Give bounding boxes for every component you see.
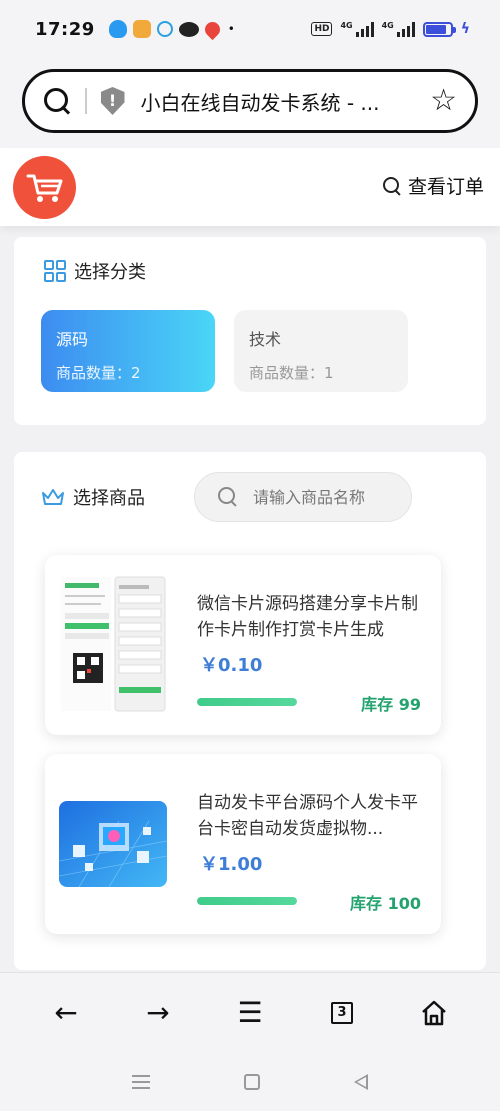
notification-icons: • [108, 18, 235, 40]
category-name: 源码 [56, 330, 89, 349]
wechat-icon [178, 21, 199, 37]
recent-apps-icon[interactable] [132, 1074, 150, 1089]
status-right: HD 4G 4G ϟ [311, 21, 470, 37]
search-order-icon [382, 176, 402, 196]
status-bar: 17:29 • HD 4G 4G ϟ [0, 0, 500, 58]
signal-label-1: 4G [340, 21, 353, 30]
arrow-left-icon: ← [54, 996, 78, 1029]
product-price: ￥0.10 [200, 655, 263, 676]
signal-label-2: 4G [381, 21, 394, 30]
menu-button[interactable]: ☰ [225, 988, 275, 1038]
home-icon [422, 1000, 446, 1025]
crown-icon [42, 489, 64, 505]
tabs-button[interactable]: 3 [317, 988, 367, 1038]
shopping-cart-icon[interactable] [13, 156, 76, 219]
chat-bubble-icon [156, 21, 173, 37]
battery-level [425, 24, 447, 34]
category-section-header: 选择分类 [44, 258, 146, 284]
product-stock: 库存 99 [361, 695, 421, 714]
page-title[interactable]: 小白在线自动发卡系统 - ... [141, 87, 431, 116]
home-button[interactable] [409, 988, 459, 1038]
goods-section-header: 选择商品 [41, 484, 145, 510]
status-dot: • [227, 22, 235, 36]
goods-section: 选择商品 请输入商品名称 微信卡片源码搭建分享卡片制作卡片制作打赏卡片生成 ￥0… [14, 452, 486, 970]
product-card[interactable]: 自动发卡平台源码个人发卡平台卡密自动发货虚拟物... ￥1.00 库存 100 [45, 754, 441, 934]
status-time: 17:29 [35, 18, 95, 40]
signal-icon-2: 4G [382, 21, 415, 37]
address-bar[interactable]: ! 小白在线自动发卡系统 - ... ☆ [22, 69, 478, 133]
hd-badge: HD [311, 22, 333, 36]
arrow-right-icon: → [146, 996, 170, 1029]
product-search[interactable] [194, 472, 412, 522]
shield-icon[interactable]: ! [100, 87, 125, 115]
map-pin-icon [201, 18, 223, 40]
search-icon [217, 486, 239, 508]
back-triangle-icon[interactable] [354, 1073, 368, 1090]
address-divider [85, 88, 87, 114]
product-name: 微信卡片源码搭建分享卡片制作卡片制作打赏卡片生成 [197, 594, 418, 640]
category-tile-tech[interactable]: 技术 商品数量：1 [234, 310, 408, 392]
product-card[interactable]: 微信卡片源码搭建分享卡片制作卡片制作打赏卡片生成 ￥0.10 库存 99 [45, 555, 441, 735]
star-icon[interactable]: ☆ [430, 86, 457, 116]
stock-progress-fill [197, 698, 297, 706]
product-stock: 库存 100 [350, 894, 421, 913]
hamburger-icon: ☰ [237, 996, 263, 1029]
tabs-count: 3 [331, 1001, 353, 1024]
view-orders-label: 查看订单 [407, 176, 484, 198]
charging-icon: ϟ [460, 21, 470, 37]
category-grid-icon [44, 260, 66, 282]
stock-progress-bar [197, 897, 297, 905]
forward-button[interactable]: → [133, 988, 183, 1038]
browser-address-area: ! 小白在线自动发卡系统 - ... ☆ [0, 58, 500, 148]
home-square-icon[interactable] [244, 1073, 260, 1090]
product-price: ￥1.00 [200, 854, 263, 875]
product-search-input[interactable] [253, 487, 403, 507]
stock-progress-fill [197, 897, 297, 905]
site-header: 查看订单 [0, 148, 500, 226]
view-orders-link[interactable]: 查看订单 [382, 172, 484, 199]
browser-toolbar: ← → ☰ 3 [0, 972, 500, 1052]
video-icon [132, 20, 151, 38]
battery-icon [422, 21, 456, 37]
signal-icon-1: 4G [340, 21, 374, 37]
category-section: 选择分类 源码 商品数量：2 技术 商品数量：1 [14, 237, 486, 425]
system-nav-bar [0, 1052, 500, 1111]
product-thumbnail[interactable] [59, 801, 167, 887]
stock-progress-bar [197, 698, 297, 706]
category-count: 商品数量：1 [249, 364, 334, 382]
category-section-title: 选择分类 [74, 262, 146, 283]
search-icon[interactable] [43, 87, 71, 115]
back-button[interactable]: ← [41, 988, 91, 1038]
goods-section-title: 选择商品 [73, 488, 145, 509]
category-tile-source[interactable]: 源码 商品数量：2 [41, 310, 215, 392]
category-name: 技术 [249, 330, 282, 349]
qq-icon [108, 20, 127, 38]
product-thumbnail[interactable] [59, 573, 167, 715]
category-count: 商品数量：2 [56, 364, 141, 382]
product-name: 自动发卡平台源码个人发卡平台卡密自动发货虚拟物... [197, 793, 418, 839]
